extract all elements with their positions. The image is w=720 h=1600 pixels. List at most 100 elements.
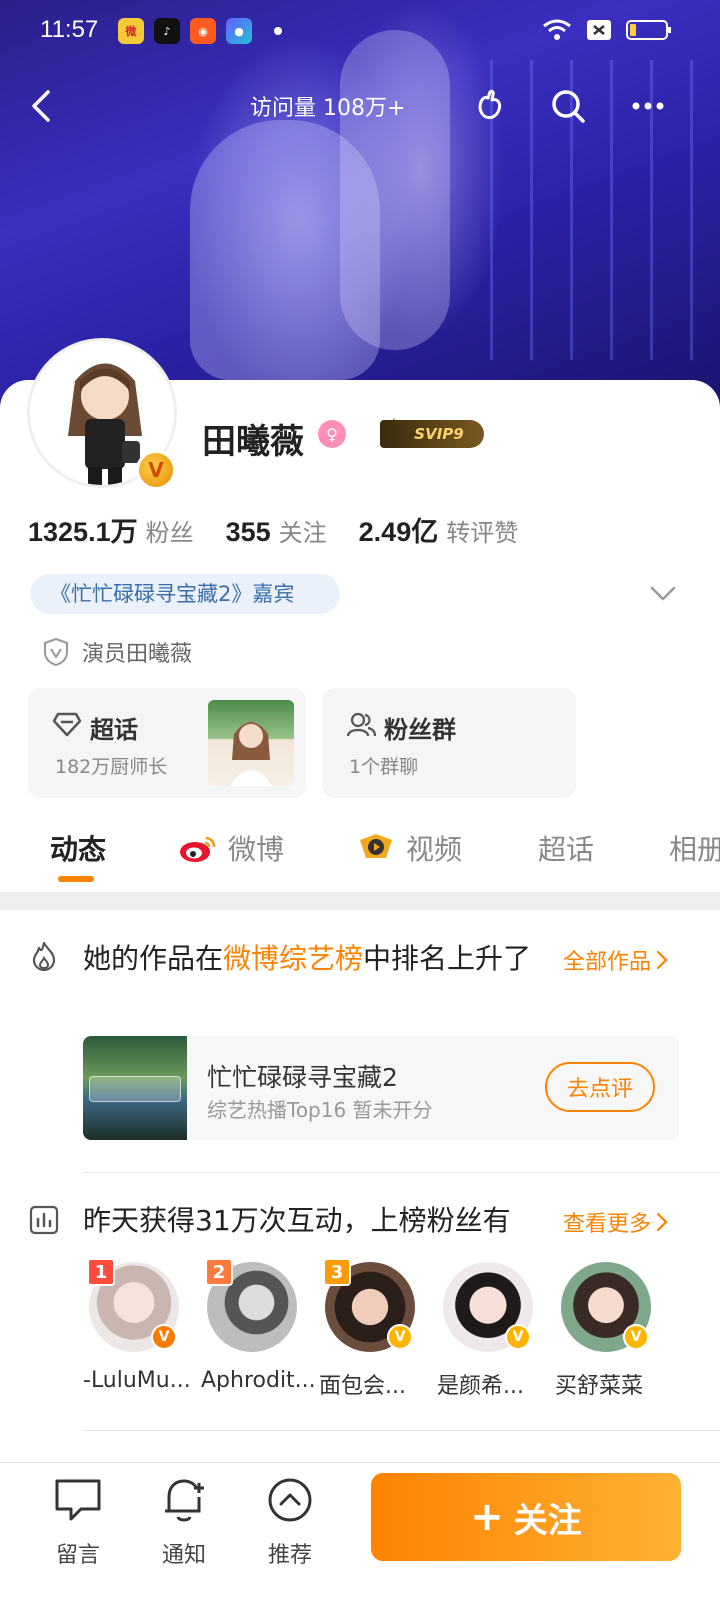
message-button[interactable]: 留言: [38, 1473, 118, 1569]
profile-name: 田曦薇: [202, 422, 304, 462]
fan-verified-icon: V: [151, 1324, 177, 1350]
see-more-link[interactable]: 查看更多: [563, 1206, 669, 1238]
fan-rank-badge: 3: [323, 1258, 351, 1286]
supertopic-thumbnail: [208, 700, 294, 786]
status-notification-icons: 微 ♪ ◉ ●: [118, 18, 282, 44]
work-card[interactable]: 忙忙碌碌寻宝藏2 综艺热播Top16 暂未开分 去点评: [83, 1036, 679, 1140]
chevron-right-icon: [656, 1212, 668, 1232]
verification-text: 演员田曦薇: [82, 642, 193, 667]
svip-badge[interactable]: SVIP9: [380, 420, 484, 448]
fan-rank-badge: 2: [205, 1258, 233, 1286]
bell-plus-icon: [165, 1479, 204, 1522]
message-label: 留言: [55, 1543, 100, 1568]
profile-top-bar: 访问量 108万+: [0, 78, 720, 138]
interactions-label: 转评赞: [446, 519, 519, 547]
divider: [83, 1172, 720, 1173]
message-icon: [55, 1479, 101, 1521]
work-subtitle: 综艺热播Top16 暂未开分: [207, 1098, 433, 1122]
diamond-icon: [52, 712, 82, 737]
recommend-button[interactable]: 推荐: [250, 1473, 330, 1569]
section-separator: [0, 892, 720, 910]
all-works-link[interactable]: 全部作品: [563, 944, 669, 976]
tab-video[interactable]: 视频: [356, 828, 462, 868]
tab-label: 视频: [406, 833, 463, 866]
tab-supertopic[interactable]: 超话: [538, 828, 594, 868]
profile-page: 11:57 微 ♪ ◉ ● 访问量 108万+ V 田曦薇 ♀ SVIP9 13…: [0, 0, 720, 1600]
bar-chart-icon: [29, 1205, 59, 1235]
follow-button[interactable]: + 关注: [371, 1473, 681, 1561]
work-title: 忙忙碌碌寻宝藏2: [207, 1063, 398, 1092]
interaction-text: 昨天获得31万次互动，上榜粉丝有: [83, 1204, 511, 1237]
fan-group-card[interactable]: 粉丝群 1个群聊: [322, 688, 576, 798]
tab-dynamic[interactable]: 动态: [50, 828, 106, 868]
tab-weibo[interactable]: 微博: [178, 828, 284, 868]
chevron-up-circle-icon: [268, 1478, 312, 1522]
profile-tabs: 动态 微博 视频 超话 相册: [0, 818, 720, 890]
verification-info: 演员田曦薇: [42, 636, 192, 668]
search-icon[interactable]: [546, 84, 590, 128]
weibo-app-icon: 微: [118, 18, 144, 44]
tab-album[interactable]: 相册: [669, 828, 720, 868]
supertopic-subtitle: 182万厨师长: [55, 756, 168, 778]
ranking-text: 她的作品在微博综艺榜中排名上升了: [83, 940, 543, 978]
guest-tag[interactable]: 《忙忙碌碌寻宝藏2》嘉宾: [30, 574, 340, 614]
ranking-text-part: 她的作品在: [83, 942, 224, 975]
chevron-down-icon[interactable]: [648, 582, 678, 606]
camera-app-icon: ●: [226, 18, 252, 44]
profile-stats: 1325.1万 粉丝 355 关注 2.49亿 转评赞: [28, 510, 550, 549]
recommend-label: 推荐: [267, 1543, 312, 1568]
fan-group-subtitle: 1个群聊: [349, 756, 419, 778]
verified-badge-icon: V: [136, 450, 176, 490]
wifi-icon: [543, 19, 571, 40]
tab-label: 相册: [669, 833, 720, 866]
female-gender-icon: ♀: [318, 420, 346, 448]
fan-verified-icon: V: [505, 1324, 531, 1350]
notify-button[interactable]: 通知: [144, 1473, 224, 1569]
fan-group-title: 粉丝群: [384, 716, 456, 744]
supertopic-card[interactable]: 超话 182万厨师长: [28, 688, 306, 798]
status-bar: 11:57 微 ♪ ◉ ●: [0, 0, 720, 64]
active-tab-indicator: [58, 876, 94, 882]
follow-label: 关注: [513, 1500, 582, 1541]
top-fans-list: 1 V -LuluMu... 2 Aphrodit... 3 V 面包会... …: [83, 1258, 720, 1408]
notify-label: 通知: [161, 1543, 206, 1568]
tab-label: 动态: [50, 833, 107, 866]
chevron-right-icon: [656, 950, 668, 970]
see-more-label: 查看更多: [563, 1212, 652, 1237]
followers-label[interactable]: 粉丝: [146, 513, 194, 548]
status-time: 11:57: [40, 16, 99, 43]
fan-name: Aphrodit...: [201, 1368, 316, 1393]
tiktok-app-icon: ♪: [154, 18, 180, 44]
plus-icon: +: [470, 1494, 504, 1540]
followers-count[interactable]: 1325.1万: [28, 510, 138, 549]
back-icon[interactable]: [22, 84, 66, 128]
review-button[interactable]: 去点评: [545, 1062, 655, 1112]
interactions-count: 2.49亿: [358, 517, 439, 547]
tab-label: 超话: [538, 833, 595, 866]
fan-rank-badge: 1: [87, 1258, 115, 1286]
fan-name: 买舒菜菜: [555, 1374, 644, 1399]
kuaishou-app-icon: ◉: [190, 18, 216, 44]
fan-name: -LuluMu...: [83, 1368, 191, 1393]
status-system-icons: [542, 18, 672, 42]
all-works-label: 全部作品: [563, 950, 652, 975]
more-notifications-dot: [274, 27, 282, 35]
divider: [83, 1430, 720, 1431]
following-count[interactable]: 355: [226, 517, 271, 548]
ranking-highlight-link[interactable]: 微博综艺榜: [223, 942, 363, 975]
bottom-action-bar: 留言 通知 推荐 + 关注: [0, 1462, 720, 1600]
weibo-logo-icon: [180, 836, 216, 862]
more-options-icon[interactable]: [626, 84, 670, 128]
visit-count: 访问量 108万+: [250, 96, 406, 121]
sim-off-icon: [587, 20, 611, 40]
fan-verified-icon: V: [387, 1324, 413, 1350]
battery-icon: [626, 20, 671, 40]
supertopic-title: 超话: [90, 716, 138, 744]
fan-group-icon: [346, 712, 376, 737]
fan-name: 面包会...: [319, 1374, 406, 1399]
work-poster: [83, 1036, 187, 1140]
fan-name: 是颜希...: [437, 1374, 524, 1399]
following-label[interactable]: 关注: [279, 513, 327, 548]
cheer-hand-icon[interactable]: [468, 84, 512, 128]
shield-icon: [44, 637, 68, 667]
